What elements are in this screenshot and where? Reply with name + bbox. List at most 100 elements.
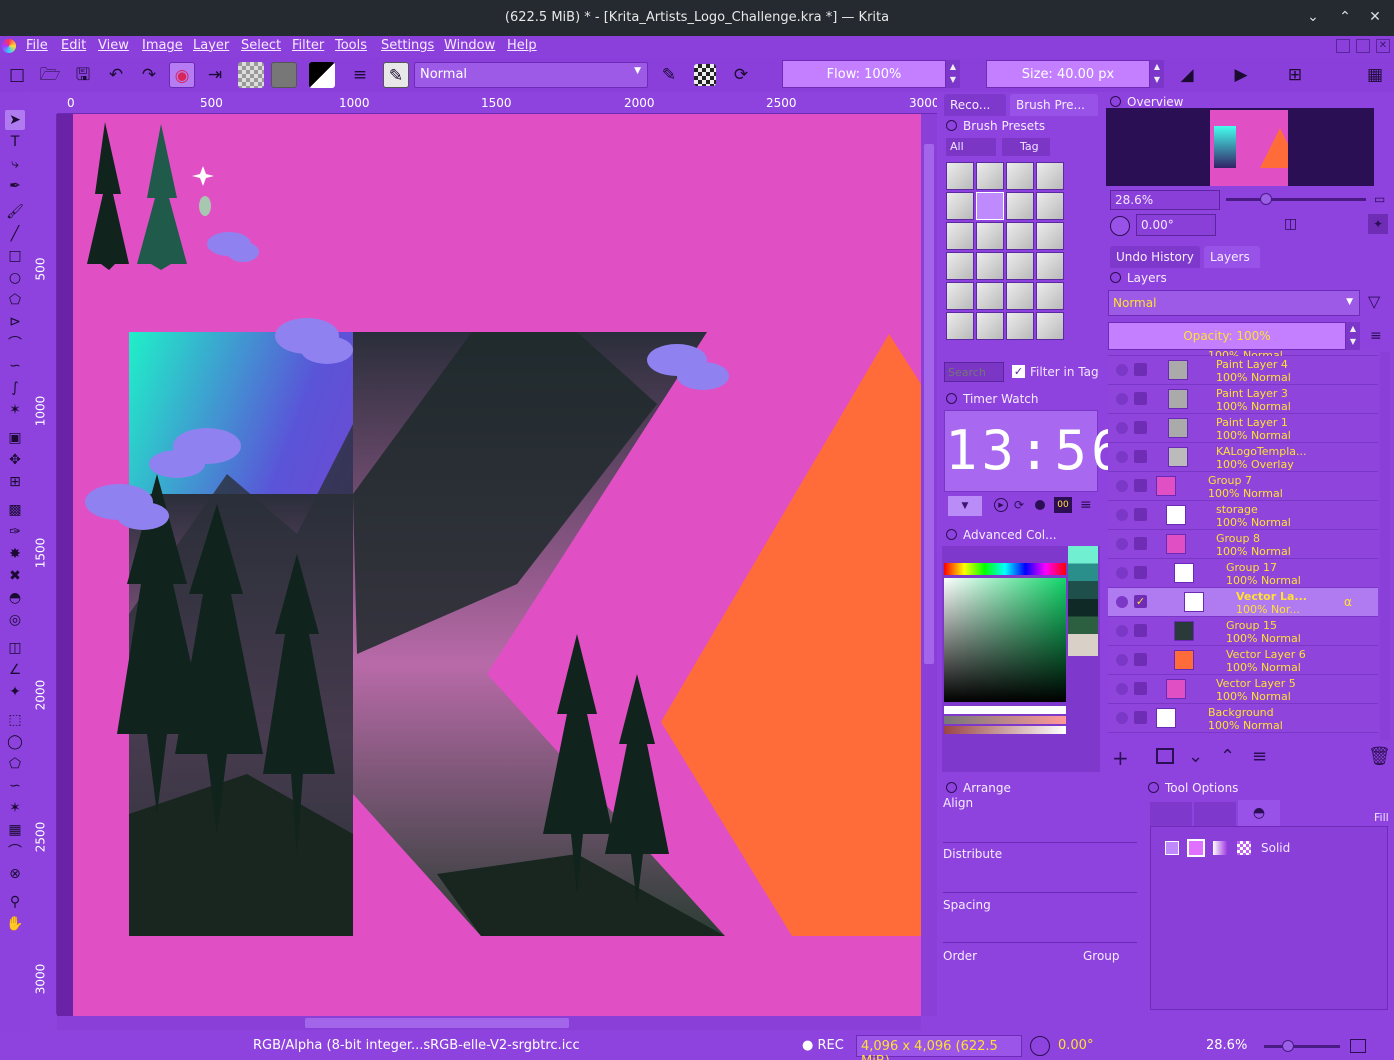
brush-preset[interactable] <box>976 222 1004 250</box>
layer-checkbox[interactable]: ✓ <box>1134 595 1147 608</box>
layer-checkbox[interactable] <box>1134 421 1147 434</box>
brush-preset[interactable] <box>1006 282 1034 310</box>
visibility-eye-icon[interactable] <box>1116 451 1128 463</box>
visibility-eye-icon[interactable] <box>1116 393 1128 405</box>
fg-bg-color-icon[interactable] <box>309 62 335 88</box>
reset-icon[interactable]: ⟳ <box>1014 498 1028 512</box>
similar-select-tool-icon[interactable]: ▦ <box>5 820 25 840</box>
layer-row[interactable]: Paint Layer 4 100% Normal <box>1108 356 1378 385</box>
magnetic-select-tool-icon[interactable]: ⊗ <box>5 864 25 884</box>
flow-spin[interactable]: ▲ ▼ <box>946 60 960 88</box>
alpha-lock-icon[interactable] <box>694 64 716 86</box>
play-icon[interactable]: ▶ <box>994 498 1008 512</box>
layer-row[interactable]: Group 7 100% Normal <box>1108 472 1378 501</box>
size-spin[interactable]: ▲ ▼ <box>1150 60 1164 88</box>
multibrush-tool-icon[interactable]: ✶ <box>5 400 25 420</box>
layer-blend-select[interactable]: Normal ▼ <box>1108 290 1360 316</box>
select-shapes-tool-icon[interactable]: ➤ <box>5 110 25 130</box>
contiguous-select-tool-icon[interactable]: ✶ <box>5 798 25 818</box>
fill-pattern-icon[interactable] <box>1237 841 1251 855</box>
color-slider-1[interactable] <box>944 706 1066 714</box>
brush-preset[interactable] <box>976 162 1004 190</box>
new-document-icon[interactable]: □ <box>4 62 30 88</box>
freehand-select-tool-icon[interactable]: ∽ <box>5 776 25 796</box>
bezier-tool-icon[interactable]: ⌒ <box>5 334 25 354</box>
visibility-eye-icon[interactable] <box>1116 625 1128 637</box>
workspace-icon[interactable]: ▦ <box>1362 62 1388 88</box>
restore-icon[interactable] <box>1336 39 1350 53</box>
record-icon[interactable]: ◉ <box>169 62 195 88</box>
canvas-zoom-slider[interactable] <box>1264 1045 1340 1048</box>
brush-settings-icon[interactable]: ≡ <box>347 62 373 88</box>
overview-area[interactable] <box>1106 108 1374 186</box>
brush-search-input[interactable] <box>944 362 1004 382</box>
timer-menu-icon[interactable]: ≡ <box>1080 497 1092 513</box>
layer-opacity-slider[interactable]: Opacity: 100% <box>1108 322 1346 350</box>
canvas-zoom-handle[interactable] <box>1282 1040 1294 1052</box>
gradient-tool-icon[interactable]: ▩ <box>5 500 25 520</box>
saturation-value-square[interactable] <box>944 578 1066 702</box>
rotation-input[interactable]: 0.00° <box>1136 214 1216 236</box>
add-layer-icon[interactable]: + <box>1112 746 1129 770</box>
layer-checkbox[interactable] <box>1134 479 1147 492</box>
horizontal-scrollbar[interactable] <box>57 1016 921 1030</box>
color-slider-2[interactable] <box>944 716 1066 724</box>
polygon-tool-icon[interactable]: ⬠ <box>5 290 25 310</box>
brush-preset[interactable] <box>1036 252 1064 280</box>
float-icon[interactable] <box>1356 39 1370 53</box>
line-tool-icon[interactable]: ╱ <box>5 224 25 244</box>
alpha-lock-icon[interactable]: α <box>1344 595 1352 609</box>
delete-layer-icon[interactable]: 🗑 <box>1368 746 1391 767</box>
menu-view[interactable]: View <box>98 38 129 53</box>
size-slider[interactable]: Size: 40.00 px <box>986 60 1150 88</box>
measure-tool-icon[interactable]: ∠ <box>5 660 25 680</box>
zoom-slider-handle[interactable] <box>1260 193 1272 205</box>
layer-row[interactable]: Vector Layer 6 100% Normal <box>1108 646 1378 675</box>
visibility-eye-icon[interactable] <box>1116 654 1128 666</box>
color-selector[interactable] <box>942 546 1100 772</box>
brush-preset[interactable] <box>1036 162 1064 190</box>
rectangle-tool-icon[interactable]: □ <box>5 246 25 266</box>
undo-icon[interactable]: ↶ <box>103 62 129 88</box>
fit-view-icon[interactable]: ▭ <box>1374 192 1388 206</box>
v-scroll-thumb[interactable] <box>924 144 934 664</box>
layer-row[interactable]: Group 8 100% Normal <box>1108 530 1378 559</box>
layer-properties-icon[interactable]: ≡ <box>1252 746 1267 767</box>
export-icon[interactable]: ⇥ <box>202 62 228 88</box>
overview-thumbnail[interactable] <box>1210 110 1288 186</box>
lock-icon[interactable] <box>946 529 957 540</box>
visibility-eye-icon[interactable] <box>1116 596 1128 608</box>
freehand-brush-tool-icon[interactable]: 🖌 <box>5 202 25 222</box>
menu-settings[interactable]: Settings <box>381 38 434 53</box>
tab-recorder[interactable]: Reco... <box>944 94 1006 116</box>
menu-edit[interactable]: Edit <box>61 38 86 53</box>
layer-checkbox[interactable] <box>1134 450 1147 463</box>
flow-slider[interactable]: Flow: 100% <box>782 60 946 88</box>
visibility-eye-icon[interactable] <box>1116 364 1128 376</box>
layer-checkbox[interactable] <box>1134 653 1147 666</box>
menu-help[interactable]: Help <box>507 38 537 53</box>
bezier-select-tool-icon[interactable]: ⌒ <box>5 842 25 862</box>
brush-preset[interactable] <box>976 312 1004 340</box>
brush-preset[interactable] <box>1006 252 1034 280</box>
fill-gradient-icon[interactable] <box>1213 841 1227 855</box>
brush-preset[interactable] <box>976 282 1004 310</box>
brush-preset[interactable] <box>946 162 974 190</box>
layer-list-scrollbar[interactable] <box>1380 352 1390 740</box>
layer-checkbox[interactable] <box>1134 508 1147 521</box>
move-tool-icon[interactable]: ✥ <box>5 450 25 470</box>
brush-preset[interactable] <box>946 222 974 250</box>
layer-menu-icon[interactable]: ≡ <box>1370 328 1382 344</box>
tab-undo-history[interactable]: Undo History <box>1110 246 1200 268</box>
tab-layers[interactable]: Layers <box>1204 246 1260 268</box>
menu-select[interactable]: Select <box>241 38 281 53</box>
open-folder-icon[interactable]: 🗁 <box>37 62 63 88</box>
move-layer-down-icon[interactable]: ⌄ <box>1188 746 1203 767</box>
tool-options-tab-1[interactable] <box>1150 802 1192 826</box>
polyline-tool-icon[interactable]: ⊳ <box>5 312 25 332</box>
polygon-select-tool-icon[interactable]: ⬠ <box>5 754 25 774</box>
layer-row[interactable]: Vector Layer 5 100% Normal <box>1108 675 1378 704</box>
ellipse-select-tool-icon[interactable]: ◯ <box>5 732 25 752</box>
reload-icon[interactable]: ⟳ <box>728 62 754 88</box>
rotate-canvas-icon[interactable] <box>1030 1036 1050 1056</box>
